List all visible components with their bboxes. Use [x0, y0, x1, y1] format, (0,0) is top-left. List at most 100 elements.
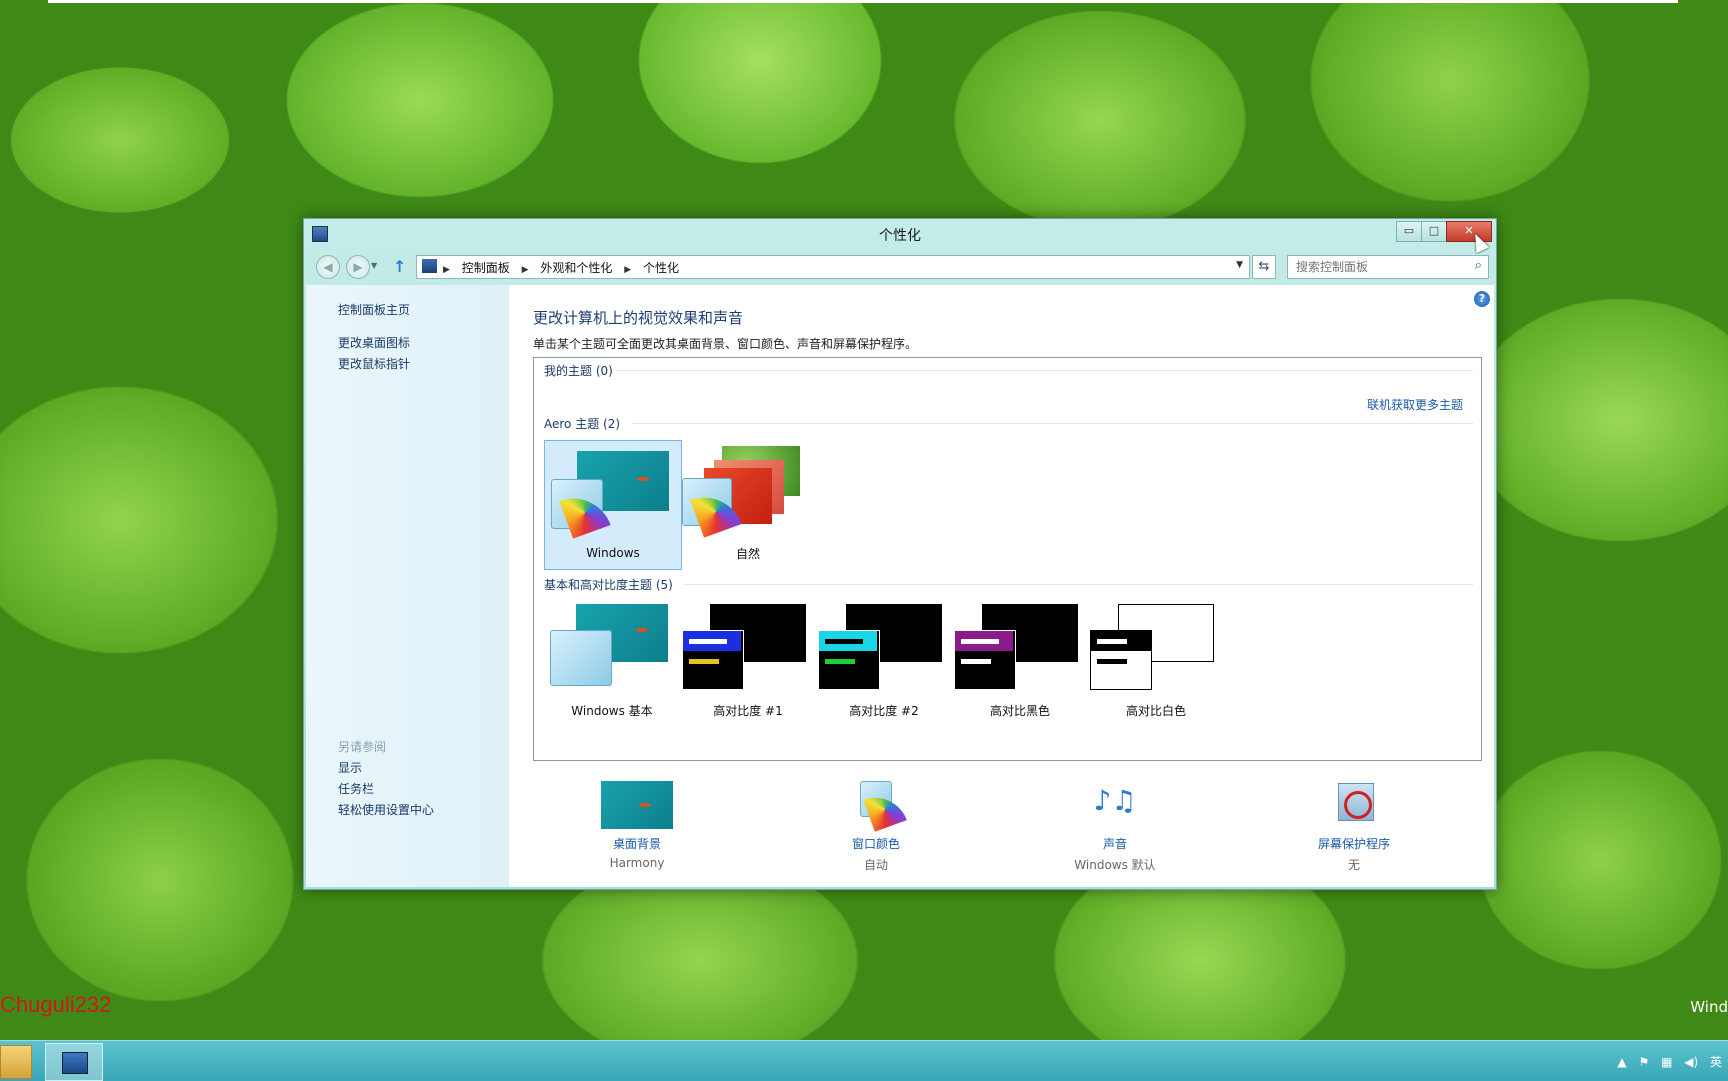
- sidebar-home-link[interactable]: 控制面板主页: [338, 301, 410, 318]
- sound-value: Windows 默认: [1074, 858, 1156, 872]
- theme-label: Windows: [586, 546, 640, 560]
- theme-label: 高对比度 #2: [849, 704, 919, 718]
- sidebar-change-desktop-icons[interactable]: 更改桌面图标: [338, 334, 410, 351]
- page-description: 单击某个主题可全面更改其桌面背景、窗口颜色、声音和屏幕保护程序。: [533, 337, 918, 351]
- refresh-icon[interactable]: ⇆: [1252, 255, 1276, 279]
- theme-label: 自然: [735, 547, 760, 561]
- screensaver-icon: [1318, 781, 1390, 829]
- theme-list[interactable]: 我的主题 (0) 联机获取更多主题 Aero 主题 (2) Windows 自然…: [533, 357, 1482, 761]
- breadcrumb-chevron-icon[interactable]: ▶: [522, 265, 529, 275]
- help-icon[interactable]: ?: [1474, 291, 1490, 307]
- my-themes-heading: 我的主题 (0): [544, 364, 613, 378]
- desktop-background-link[interactable]: 桌面背景: [552, 835, 722, 852]
- theme-label: Windows 基本: [571, 704, 653, 718]
- see-also-heading: 另请参阅: [338, 740, 387, 754]
- desktop-background-setting[interactable]: 桌面背景 Harmony: [552, 781, 722, 870]
- theme-high-contrast-black[interactable]: 高对比黑色: [952, 600, 1088, 728]
- watermark-text: Chuguli232: [0, 992, 112, 1017]
- minimize-button[interactable]: ▭: [1396, 221, 1422, 242]
- desktop-background-icon: [601, 781, 673, 829]
- see-also-display[interactable]: 显示: [338, 759, 362, 776]
- see-also-taskbar[interactable]: 任务栏: [338, 780, 374, 797]
- window-preview: [682, 630, 744, 690]
- window-preview: [818, 630, 880, 690]
- breadcrumb-personalization[interactable]: 个性化: [643, 261, 679, 275]
- show-hidden-icons-icon[interactable]: ▲: [1617, 1055, 1626, 1069]
- file-explorer-icon[interactable]: [0, 1045, 32, 1079]
- screen-top-strip: [48, 0, 1678, 3]
- fish-decoration: [636, 628, 648, 632]
- search-box[interactable]: ⌕: [1287, 255, 1489, 279]
- network-icon[interactable]: ▦: [1661, 1055, 1672, 1069]
- taskbar-control-panel-button[interactable]: [45, 1043, 103, 1081]
- window-basic-preview: [550, 630, 612, 686]
- sound-icon: ♪♫: [1093, 784, 1137, 817]
- divider: [632, 423, 1473, 424]
- breadcrumb: ▶ 控制面板 ▶ 外观和个性化 ▶ 个性化: [443, 259, 687, 276]
- content-area: 控制面板主页 更改桌面图标 更改鼠标指针 另请参阅 显示 任务栏 轻松使用设置中…: [306, 285, 1494, 887]
- control-panel-icon: [422, 259, 437, 273]
- accent-swatch: [961, 659, 991, 664]
- text-swatch: [825, 639, 863, 644]
- divider: [684, 584, 1473, 585]
- volume-icon[interactable]: ◀): [1684, 1055, 1698, 1069]
- personalization-window: 个性化 ▭ □ ✕ ◀ ▶ ▼ ↑ ▶ 控制面板 ▶ 外观和个性化 ▶ 个性化 …: [303, 218, 1497, 890]
- theme-windows-basic[interactable]: Windows 基本: [544, 600, 680, 728]
- fish-decoration: [639, 803, 651, 807]
- get-more-themes-link[interactable]: 联机获取更多主题: [1367, 396, 1463, 413]
- breadcrumb-chevron-icon[interactable]: ▶: [624, 265, 631, 275]
- breadcrumb-appearance[interactable]: 外观和个性化: [540, 261, 612, 275]
- theme-label: 高对比黑色: [989, 704, 1050, 718]
- up-arrow-icon[interactable]: ↑: [393, 257, 406, 276]
- screensaver-value: 无: [1347, 858, 1360, 872]
- main-panel: ? 更改计算机上的视觉效果和声音 单击某个主题可全面更改其桌面背景、窗口颜色、声…: [509, 285, 1494, 887]
- window-color-link[interactable]: 窗口颜色: [791, 835, 961, 852]
- text-swatch: [961, 639, 999, 644]
- system-tray: ▲ ⚑ ▦ ◀) 英: [1609, 1053, 1722, 1070]
- forward-arrow-icon[interactable]: ▶: [346, 255, 370, 279]
- windows-corner-text: Wind: [1690, 998, 1728, 1016]
- theme-high-contrast-2[interactable]: 高对比度 #2: [816, 600, 952, 728]
- theme-nature[interactable]: 自然: [680, 440, 816, 568]
- address-dropdown-icon[interactable]: ▼: [1236, 260, 1243, 270]
- desktop-background-value: Harmony: [609, 856, 665, 870]
- accent-swatch: [1097, 659, 1127, 664]
- theme-label: 高对比度 #1: [713, 704, 783, 718]
- screensaver-link[interactable]: 屏幕保护程序: [1269, 835, 1439, 852]
- search-input[interactable]: [1294, 256, 1468, 278]
- breadcrumb-chevron-icon[interactable]: ▶: [443, 265, 450, 275]
- sidebar: 控制面板主页 更改桌面图标 更改鼠标指针 另请参阅 显示 任务栏 轻松使用设置中…: [306, 285, 509, 887]
- theme-label: 高对比白色: [1125, 704, 1186, 718]
- sound-link[interactable]: 声音: [1030, 835, 1200, 852]
- search-icon[interactable]: ⌕: [1475, 258, 1482, 273]
- address-toolbar: ◀ ▶ ▼ ↑ ▶ 控制面板 ▶ 外观和个性化 ▶ 个性化 ▼ ⇆ ⌕: [304, 252, 1496, 280]
- basic-themes-heading: 基本和高对比度主题 (5): [544, 578, 673, 592]
- fish-decoration: [637, 477, 649, 481]
- breadcrumb-control-panel[interactable]: 控制面板: [462, 261, 510, 275]
- recent-pages-chevron-icon[interactable]: ▼: [371, 261, 377, 270]
- window-color-setting[interactable]: 窗口颜色 自动: [791, 781, 961, 873]
- no-symbol-icon: [1344, 791, 1372, 819]
- theme-high-contrast-1[interactable]: 高对比度 #1: [680, 600, 816, 728]
- theme-high-contrast-white[interactable]: 高对比白色: [1088, 600, 1224, 728]
- theme-windows[interactable]: Windows: [544, 440, 682, 570]
- back-arrow-icon[interactable]: ◀: [316, 255, 340, 279]
- page-title: 更改计算机上的视觉效果和声音: [533, 309, 744, 327]
- window-preview: [1090, 630, 1152, 690]
- screensaver-setting[interactable]: 屏幕保护程序 无: [1269, 781, 1439, 873]
- window-color-icon: [840, 781, 912, 832]
- accent-swatch: [825, 659, 855, 664]
- sound-setting[interactable]: ♪♫ 声音 Windows 默认: [1030, 781, 1200, 873]
- window-title: 个性化: [879, 228, 921, 244]
- aero-themes-heading: Aero 主题 (2): [544, 417, 621, 431]
- text-swatch: [1097, 639, 1127, 644]
- input-language-indicator[interactable]: 英: [1710, 1055, 1722, 1069]
- sidebar-change-mouse-pointers[interactable]: 更改鼠标指针: [338, 355, 410, 372]
- maximize-button[interactable]: □: [1421, 221, 1447, 242]
- address-bar[interactable]: ▶ 控制面板 ▶ 外观和个性化 ▶ 个性化 ▼: [416, 255, 1250, 279]
- control-panel-icon: [62, 1052, 88, 1074]
- title-bar[interactable]: 个性化 ▭ □ ✕: [304, 219, 1496, 254]
- see-also-ease-of-access[interactable]: 轻松使用设置中心: [338, 801, 434, 818]
- text-swatch: [689, 639, 727, 644]
- action-center-flag-icon[interactable]: ⚑: [1638, 1055, 1649, 1069]
